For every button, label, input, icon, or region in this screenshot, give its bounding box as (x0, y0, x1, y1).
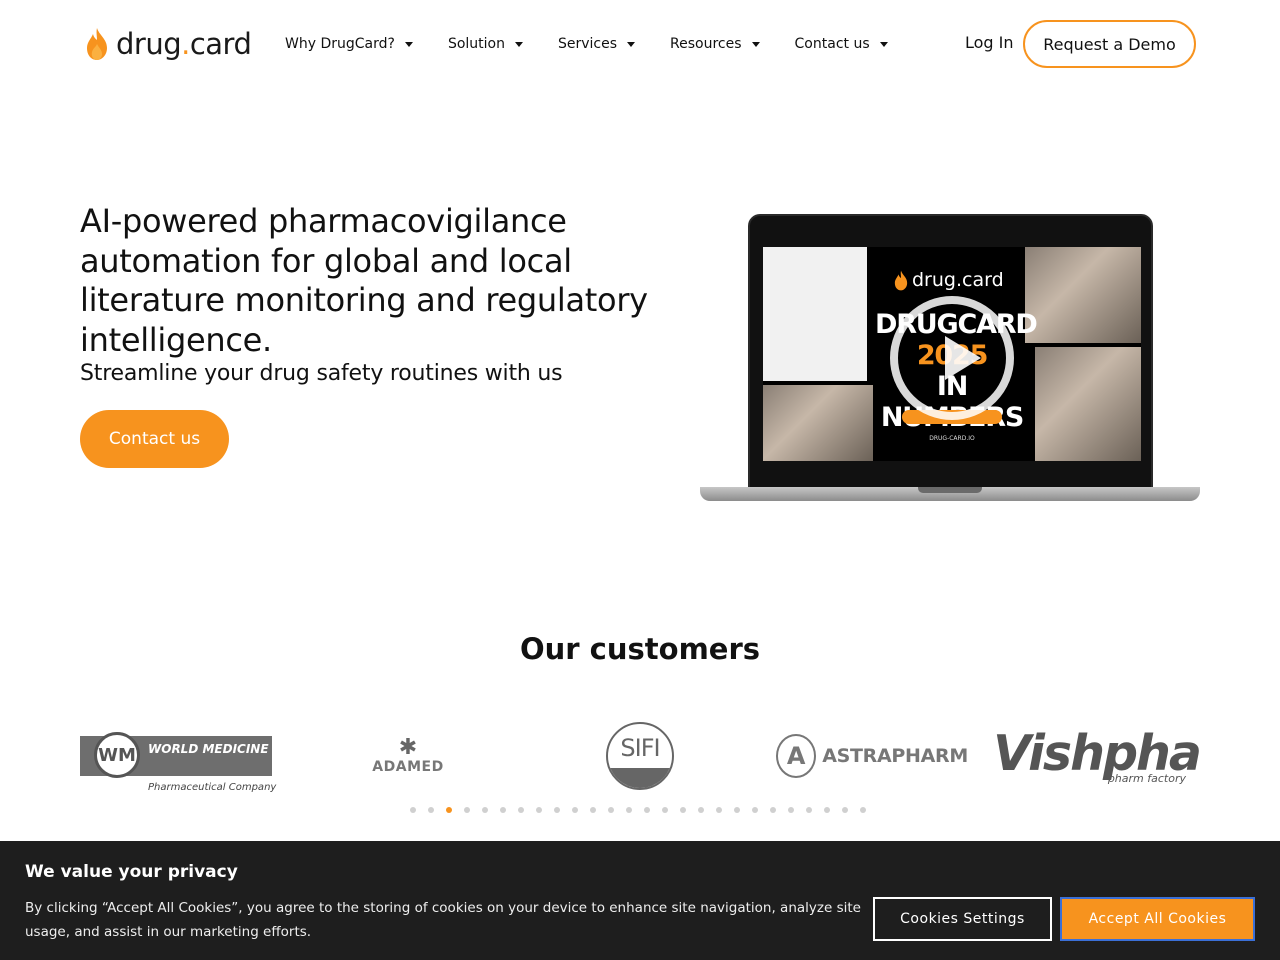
video-brand: drug.card (893, 269, 1004, 291)
customer-logos: WM WORLD MEDICINE Pharmaceutical Company… (80, 716, 1202, 796)
hero-subtitle: Streamline your drug safety routines wit… (80, 361, 563, 386)
carousel-dot[interactable] (410, 807, 416, 813)
carousel-dot[interactable] (806, 807, 812, 813)
carousel-dot[interactable] (554, 807, 560, 813)
carousel-dot[interactable] (518, 807, 524, 813)
carousel-dot[interactable] (590, 807, 596, 813)
caret-down-icon (514, 41, 523, 47)
video-player[interactable]: drug.card DRUGCARD 2025 IN NUMBERS DRUG-… (763, 247, 1141, 461)
laptop-notch (918, 487, 982, 493)
team-photo (1025, 247, 1141, 343)
brand-wordmark: drug.card (116, 27, 252, 61)
wm-monogram: WM (94, 732, 140, 778)
login-link[interactable]: Log In (965, 33, 1014, 52)
accept-all-cookies-button[interactable]: Accept All Cookies (1060, 897, 1255, 941)
cookie-title: We value your privacy (25, 862, 238, 882)
nav-item-solution[interactable]: Solution (448, 32, 523, 56)
play-icon[interactable] (890, 296, 1014, 420)
carousel-dot[interactable] (680, 807, 686, 813)
nav-item-services[interactable]: Services (558, 32, 636, 56)
cookie-banner: We value your privacy By clicking “Accep… (0, 841, 1280, 960)
laptop-video-mockup: drug.card DRUGCARD 2025 IN NUMBERS DRUG-… (700, 214, 1200, 504)
contact-us-button[interactable]: Contact us (80, 410, 229, 468)
carousel-dot[interactable] (482, 807, 488, 813)
carousel-dot[interactable] (464, 807, 470, 813)
carousel-dot[interactable] (734, 807, 740, 813)
app-screenshot (763, 247, 867, 381)
flame-icon (87, 28, 107, 60)
hero-title: AI-powered pharmacovigilance automation … (80, 202, 648, 359)
carousel-dot[interactable] (824, 807, 830, 813)
nav-item-resources[interactable]: Resources (670, 32, 760, 56)
brand-logo[interactable]: drug.card (84, 24, 252, 64)
carousel-dot[interactable] (500, 807, 506, 813)
caret-down-icon (751, 41, 760, 47)
customers-title: Our customers (519, 632, 761, 666)
cookies-settings-button[interactable]: Cookies Settings (873, 897, 1052, 941)
nav-item-contact-us[interactable]: Contact us (795, 32, 888, 56)
carousel-dot[interactable] (536, 807, 542, 813)
request-demo-button[interactable]: Request a Demo (1023, 20, 1196, 68)
customer-logo-sifi[interactable]: SIFI (605, 716, 675, 796)
cookie-text: By clicking “Accept All Cookies”, you ag… (25, 900, 861, 940)
carousel-dot[interactable] (662, 807, 668, 813)
carousel-dot[interactable] (446, 807, 452, 813)
carousel-dots (410, 807, 878, 813)
carousel-dot[interactable] (698, 807, 704, 813)
nav-item-why-drugcard[interactable]: Why DrugCard? (285, 32, 413, 56)
carousel-dot[interactable] (608, 807, 614, 813)
astrapharm-monogram: A (776, 734, 817, 778)
main-nav: Why DrugCard? Solution Services Resource… (285, 32, 923, 56)
customer-logo-adamed[interactable]: ✱ ADAMED (365, 716, 451, 796)
customer-logo-vishpha[interactable]: Vishpha pharm factory (993, 716, 1202, 796)
carousel-dot[interactable] (842, 807, 848, 813)
carousel-dot[interactable] (572, 807, 578, 813)
carousel-dot[interactable] (752, 807, 758, 813)
carousel-dot[interactable] (644, 807, 650, 813)
carousel-dot[interactable] (428, 807, 434, 813)
customer-logo-world-medicine[interactable]: WM WORLD MEDICINE Pharmaceutical Company (80, 716, 276, 796)
caret-down-icon (627, 41, 636, 47)
carousel-dot[interactable] (716, 807, 722, 813)
laptop-lid: drug.card DRUGCARD 2025 IN NUMBERS DRUG-… (748, 214, 1153, 490)
carousel-dot[interactable] (626, 807, 632, 813)
flame-icon (894, 270, 908, 290)
carousel-dot[interactable] (788, 807, 794, 813)
video-url: DRUG-CARD.IO (929, 435, 975, 442)
carousel-dot[interactable] (860, 807, 866, 813)
asterisk-icon: ✱ (398, 735, 418, 760)
carousel-dot[interactable] (770, 807, 776, 813)
customer-logo-astrapharm[interactable]: A ASTRAPHARM (776, 716, 968, 796)
caret-down-icon (879, 41, 888, 47)
caret-down-icon (404, 41, 413, 47)
event-photo (763, 385, 873, 461)
site-header: drug.card Why DrugCard? Solution Service… (0, 0, 1280, 88)
selfie-photo (1035, 347, 1141, 461)
